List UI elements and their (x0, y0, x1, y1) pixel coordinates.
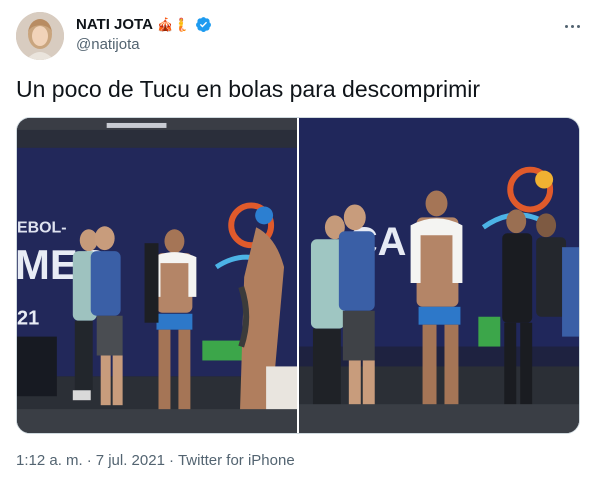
more-dot-icon (564, 24, 568, 28)
tweet-time[interactable]: 1:12 a. m. (16, 452, 83, 469)
locker-room-photo-icon: CA (299, 118, 579, 433)
tweet-meta: 1:12 a. m. · 7 jul. 2021 · Twitter for i… (16, 452, 295, 469)
author-name-row: NATI JOTA 🎪🧜 (76, 14, 212, 34)
photo-2[interactable]: CA (299, 118, 579, 433)
svg-text:21: 21 (17, 308, 39, 330)
more-dot-icon (576, 24, 580, 28)
more-dot-icon (570, 24, 574, 28)
profile-photo-icon (16, 12, 64, 60)
verified-badge-icon (196, 16, 212, 32)
tweet-source-link[interactable]: Twitter for iPhone (178, 452, 295, 469)
media-grid: EBOL- MEC 21 CA (16, 117, 580, 434)
name-emojis: 🎪🧜 (156, 16, 190, 32)
author-display-name[interactable]: NATI JOTA (76, 16, 153, 33)
tweet: NATI JOTA 🎪🧜 @natijota Un poco de Tucu e… (0, 0, 600, 488)
meta-separator: · (168, 452, 174, 469)
photo-1[interactable]: EBOL- MEC 21 (17, 118, 297, 433)
svg-text:EBOL-: EBOL- (17, 219, 67, 236)
tweet-text: Un poco de Tucu en bolas para descomprim… (16, 76, 481, 102)
avatar[interactable] (16, 12, 64, 60)
author-handle[interactable]: @natijota (76, 36, 140, 53)
more-options-button[interactable] (560, 16, 584, 36)
locker-room-photo-icon: EBOL- MEC 21 (17, 118, 297, 433)
tweet-date[interactable]: 7 jul. 2021 (96, 452, 165, 469)
meta-separator: · (86, 452, 92, 469)
